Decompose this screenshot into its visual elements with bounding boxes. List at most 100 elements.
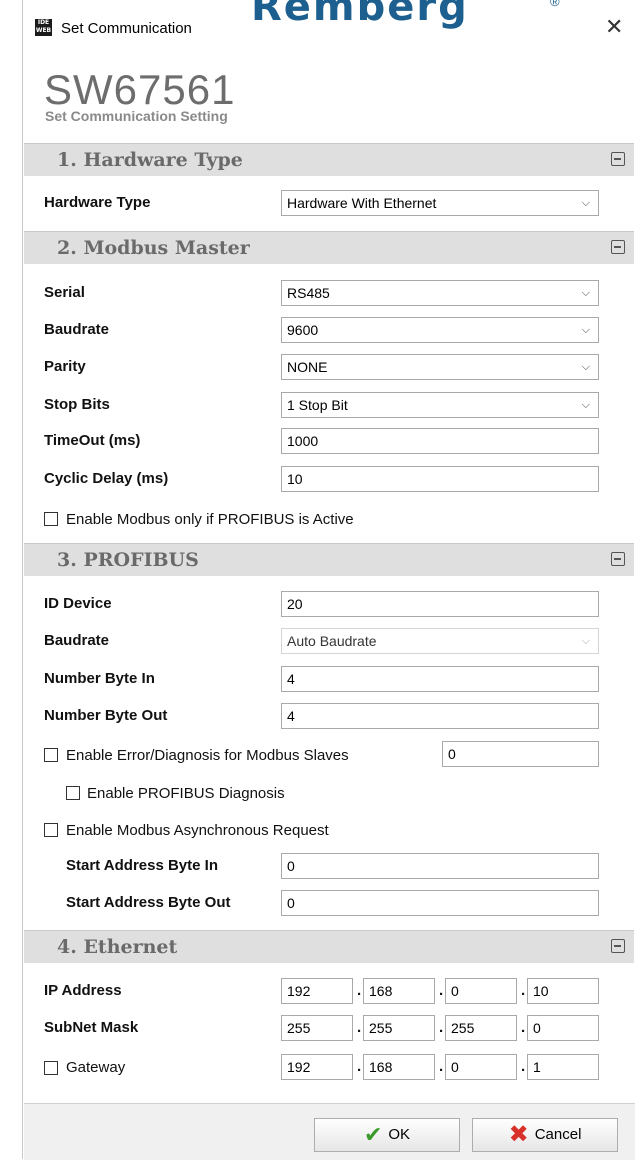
mask-octet-4[interactable]: 0: [527, 1015, 599, 1041]
chevron-down-icon: ⌵: [581, 287, 590, 299]
cancel-button[interactable]: ✖ Cancel: [472, 1118, 618, 1152]
section-ethernet[interactable]: 4. Ethernet: [24, 930, 634, 963]
mask-octet-1[interactable]: 255: [281, 1015, 353, 1041]
brand-logo: Remberg: [251, 0, 469, 30]
section-profibus[interactable]: 3. PROFIBUS: [24, 543, 634, 576]
collapse-icon[interactable]: [611, 552, 625, 566]
enable-modbus-label: Enable Modbus only if PROFIBUS is Active: [66, 511, 354, 528]
ip-dot: .: [439, 982, 444, 999]
ok-button[interactable]: ✔ OK: [314, 1118, 460, 1152]
select-value: Hardware With Ethernet: [287, 195, 437, 211]
checkmark-icon: ✔: [363, 1122, 383, 1148]
close-button[interactable]: ✕: [605, 14, 623, 40]
gateway-dot: .: [439, 1058, 444, 1075]
enable-async-request-checkbox[interactable]: [44, 823, 58, 837]
mask-dot: .: [439, 1019, 444, 1036]
enable-error-diagnosis-checkbox[interactable]: [44, 748, 58, 762]
enable-error-diagnosis-label: Enable Error/Diagnosis for Modbus Slaves: [66, 747, 349, 764]
cyclic-delay-input[interactable]: 10: [281, 466, 599, 492]
enable-profibus-diagnosis-checkbox[interactable]: [66, 786, 80, 800]
enable-profibus-diagnosis-label: Enable PROFIBUS Diagnosis: [87, 785, 285, 802]
hardware-type-label: Hardware Type: [44, 194, 151, 211]
mask-octet-3[interactable]: 255: [445, 1015, 517, 1041]
cyclic-delay-label: Cyclic Delay (ms): [44, 470, 169, 487]
start-address-out-label: Start Address Byte Out: [66, 894, 231, 911]
stop-bits-label: Stop Bits: [44, 396, 110, 413]
profibus-baudrate-label: Baudrate: [44, 632, 110, 649]
gateway-label: Gateway: [66, 1059, 126, 1076]
ip-dot: .: [521, 982, 526, 999]
collapse-icon[interactable]: [611, 152, 625, 166]
mask-octet-2[interactable]: 255: [363, 1015, 435, 1041]
section-hardware-type[interactable]: 1. Hardware Type: [24, 143, 634, 176]
select-value: NONE: [287, 359, 328, 375]
product-subtitle: Set Communication Setting: [45, 108, 228, 124]
app-icon: IDE WEB: [35, 19, 52, 36]
number-byte-out-label: Number Byte Out: [44, 707, 168, 724]
chevron-down-icon: ⌵: [581, 399, 590, 411]
ip-dot: .: [357, 982, 362, 999]
section-title: 3. PROFIBUS: [57, 549, 199, 571]
subnet-mask-label: SubNet Mask: [44, 1019, 139, 1036]
brand-logo-text: Rember: [251, 0, 439, 30]
product-title: SW67561: [44, 66, 236, 113]
gateway-dot: .: [357, 1058, 362, 1075]
brand-registered-mark: ®: [550, 0, 560, 9]
gateway-octet-1[interactable]: 192: [281, 1054, 353, 1080]
dialog-window: IDE WEB Set Communication Remberg ® ✕ SW…: [22, 0, 635, 1160]
section-title: 4. Ethernet: [57, 936, 178, 958]
hardware-type-select[interactable]: Hardware With Ethernet ⌵: [281, 190, 599, 216]
cancel-x-icon: ✖: [508, 1121, 529, 1149]
start-address-in-label: Start Address Byte In: [66, 857, 218, 874]
ip-octet-1[interactable]: 192: [281, 978, 353, 1004]
timeout-input[interactable]: 1000: [281, 428, 599, 454]
id-device-label: ID Device: [44, 595, 112, 612]
window-title: Set Communication: [61, 20, 192, 37]
mask-dot: .: [357, 1019, 362, 1036]
start-address-in-input[interactable]: 0: [281, 853, 599, 879]
number-byte-in-input[interactable]: 4: [281, 666, 599, 692]
chevron-down-icon: ⌵: [581, 324, 590, 336]
serial-label: Serial: [44, 284, 85, 301]
select-value: 1 Stop Bit: [287, 397, 348, 413]
error-diagnosis-input[interactable]: 0: [442, 741, 599, 767]
number-byte-out-input[interactable]: 4: [281, 703, 599, 729]
stop-bits-select[interactable]: 1 Stop Bit ⌵: [281, 392, 599, 418]
profibus-baudrate-select[interactable]: Auto Baudrate ⌵: [281, 628, 599, 654]
chevron-down-icon: ⌵: [581, 197, 590, 209]
baudrate-label: Baudrate: [44, 321, 110, 338]
chevron-down-icon: ⌵: [581, 635, 590, 647]
select-value: Auto Baudrate: [287, 633, 377, 649]
ok-button-label: OK: [388, 1126, 411, 1144]
collapse-icon[interactable]: [611, 240, 625, 254]
collapse-icon[interactable]: [611, 939, 625, 953]
parity-select[interactable]: NONE ⌵: [281, 354, 599, 380]
gateway-checkbox[interactable]: [44, 1061, 58, 1075]
number-byte-in-label: Number Byte In: [44, 670, 155, 687]
chevron-down-icon: ⌵: [581, 361, 590, 373]
baudrate-select[interactable]: 9600 ⌵: [281, 317, 599, 343]
gateway-octet-2[interactable]: 168: [363, 1054, 435, 1080]
id-device-input[interactable]: 20: [281, 591, 599, 617]
ip-octet-2[interactable]: 168: [363, 978, 435, 1004]
mask-dot: .: [521, 1019, 526, 1036]
dialog-footer: ✔ OK ✖ Cancel: [24, 1103, 635, 1160]
ip-octet-3[interactable]: 0: [445, 978, 517, 1004]
enable-async-request-label: Enable Modbus Asynchronous Request: [66, 822, 329, 839]
gateway-dot: .: [521, 1058, 526, 1075]
gateway-octet-3[interactable]: 0: [445, 1054, 517, 1080]
gateway-octet-4[interactable]: 1: [527, 1054, 599, 1080]
select-value: RS485: [287, 285, 330, 301]
section-title: 2. Modbus Master: [57, 237, 250, 259]
enable-modbus-checkbox[interactable]: [44, 512, 58, 526]
ip-address-label: IP Address: [44, 982, 122, 999]
section-modbus-master[interactable]: 2. Modbus Master: [24, 231, 634, 264]
title-bar: IDE WEB Set Communication Remberg ® ✕: [23, 0, 635, 60]
start-address-out-input[interactable]: 0: [281, 890, 599, 916]
cancel-button-label: Cancel: [534, 1126, 582, 1144]
serial-select[interactable]: RS485 ⌵: [281, 280, 599, 306]
parity-label: Parity: [44, 358, 86, 375]
timeout-label: TimeOut (ms): [44, 432, 141, 449]
brand-logo-end: g: [438, 0, 469, 30]
ip-octet-4[interactable]: 10: [527, 978, 599, 1004]
